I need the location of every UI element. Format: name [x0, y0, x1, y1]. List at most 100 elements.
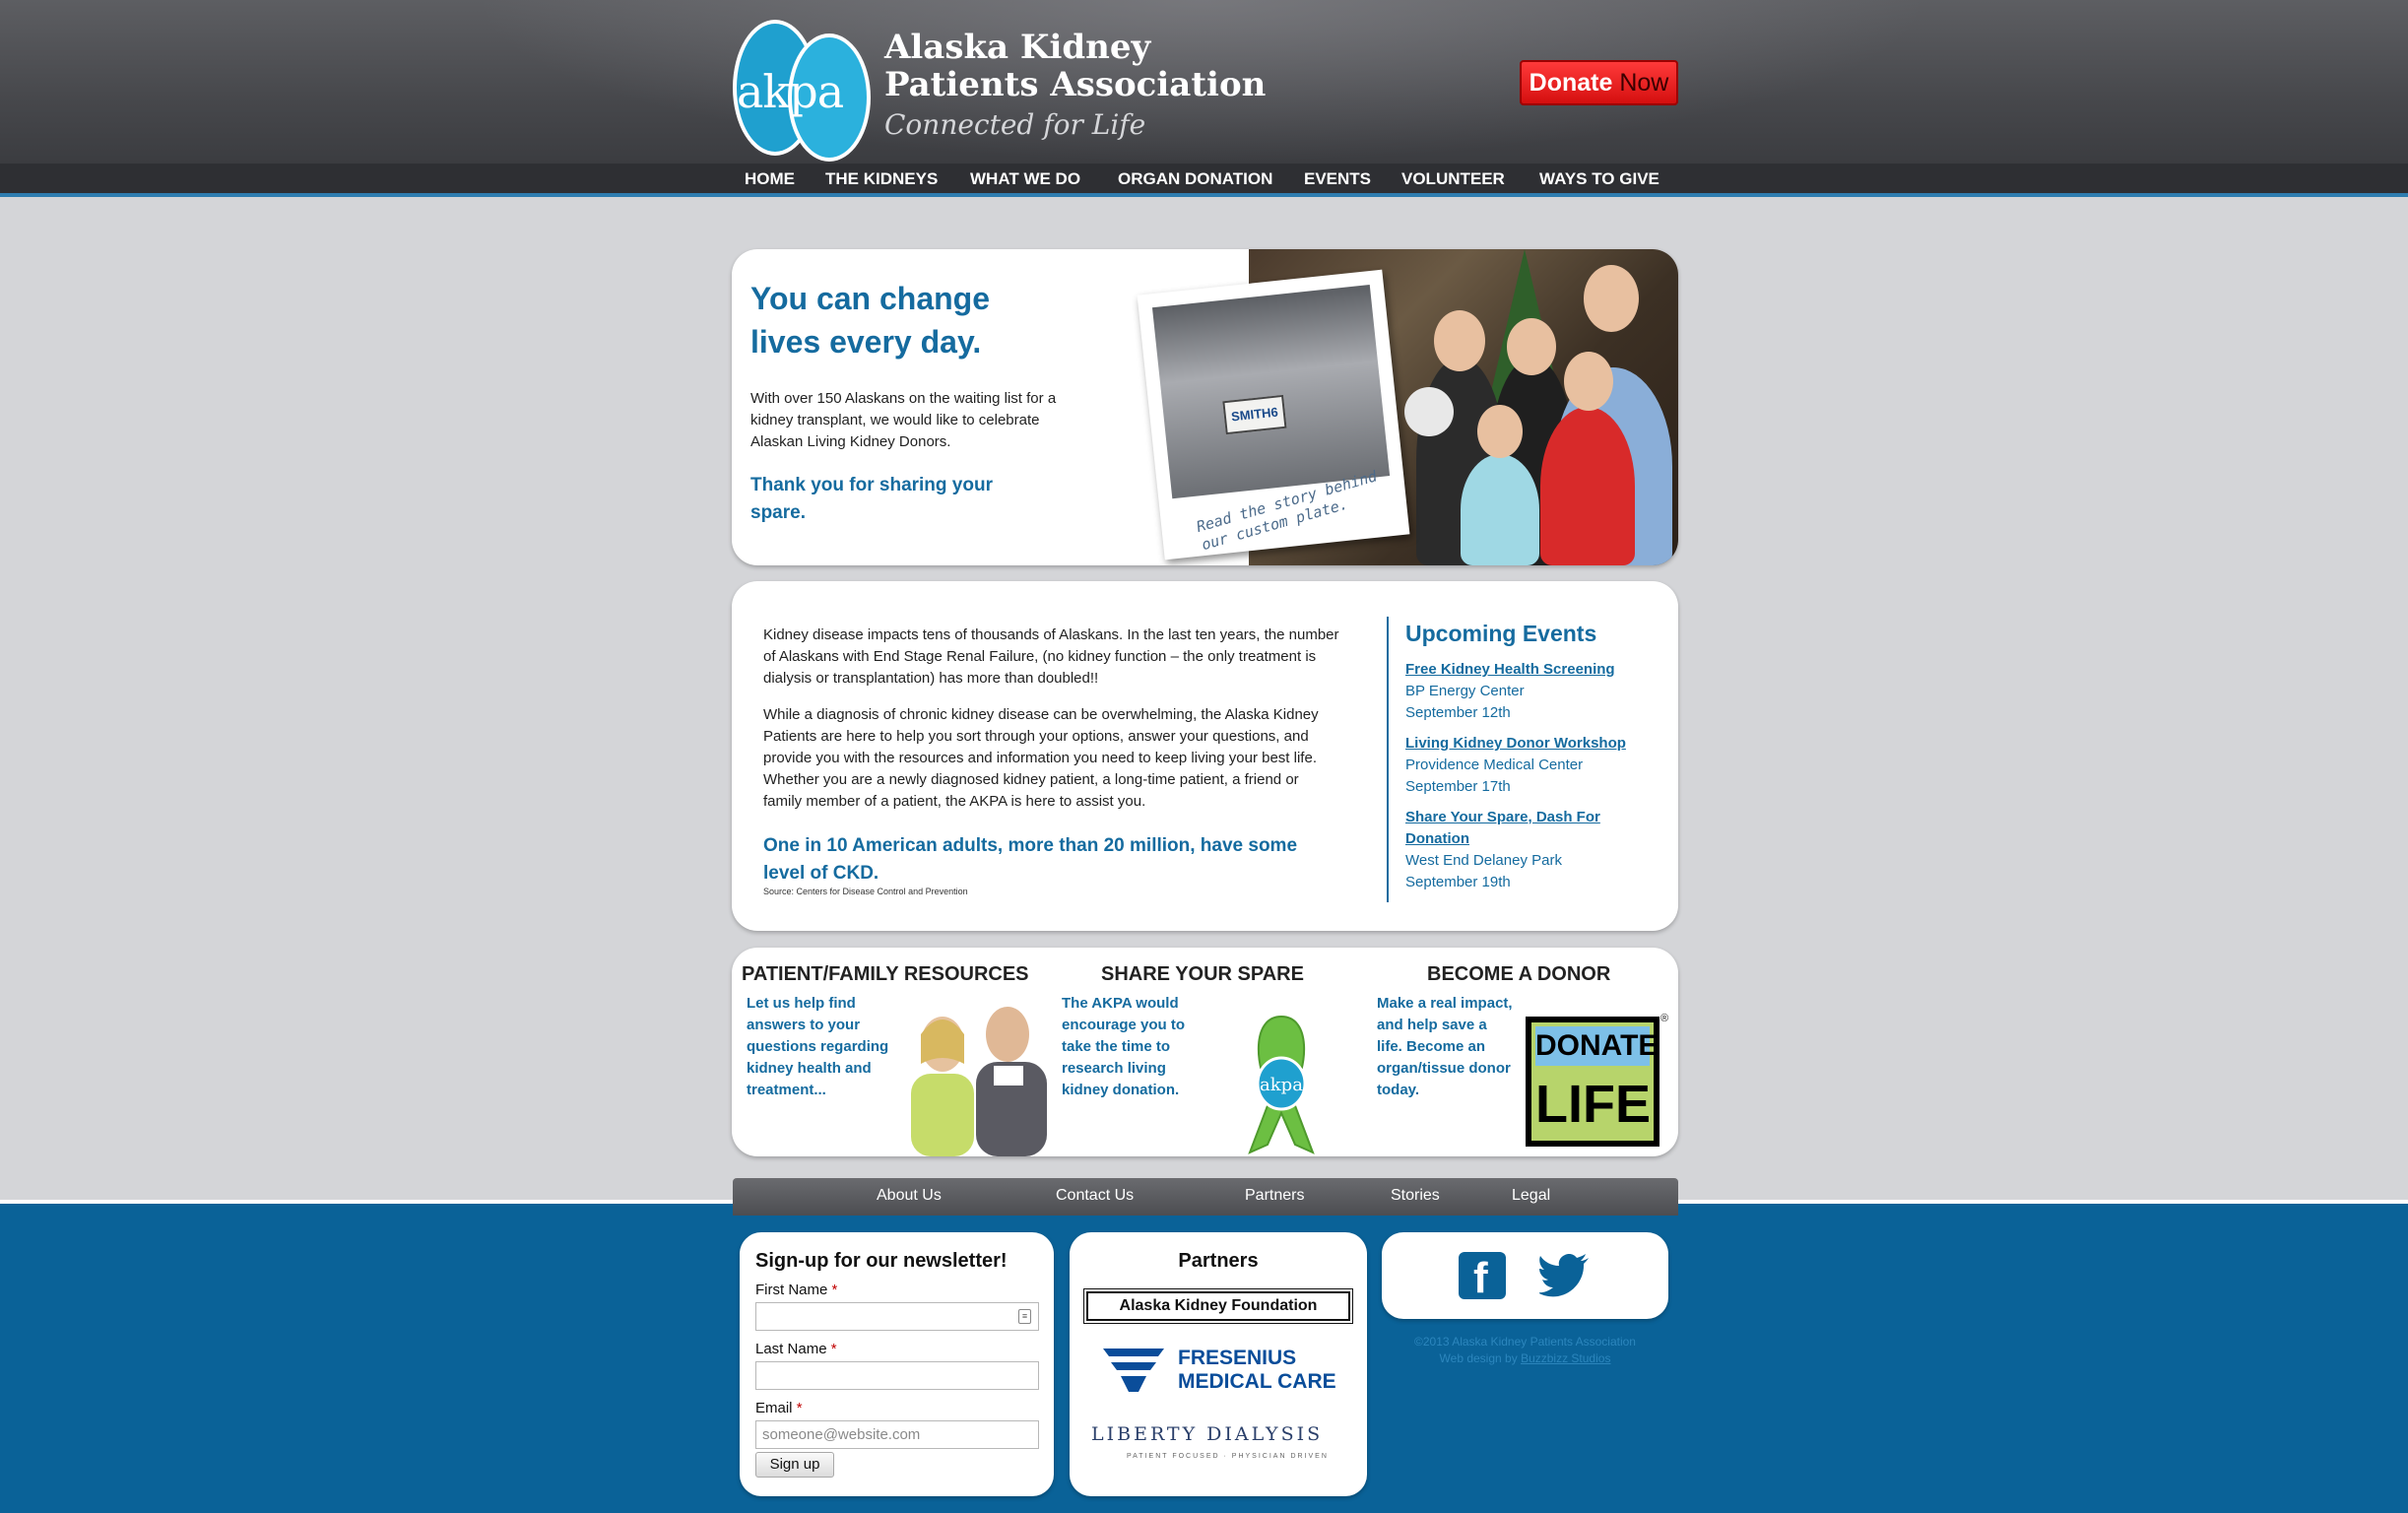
donate-life-word2: LIFE [1535, 1075, 1651, 1134]
person-head [1434, 310, 1485, 371]
footer-nav: About Us Contact Us Partners Stories Leg… [733, 1178, 1678, 1216]
event-item: Free Kidney Health Screening BP Energy C… [1405, 659, 1662, 724]
nav-organ-donation[interactable]: ORGAN DONATION [1118, 169, 1272, 189]
license-plate: SMITH6 [1222, 394, 1287, 435]
nav-volunteer[interactable]: VOLUNTEER [1401, 169, 1505, 189]
required-mark: * [796, 1400, 803, 1416]
ribbon-label: akpa [1260, 1075, 1303, 1095]
patient-family-photo[interactable] [891, 995, 1059, 1156]
copyright: ©2013 Alaska Kidney Patients Association… [1382, 1334, 1668, 1367]
donate-life-inner: DONATE LIFE [1531, 1022, 1654, 1141]
event-location: BP Energy Center [1405, 683, 1525, 699]
nav-what-we-do[interactable]: WHAT WE DO [970, 169, 1080, 189]
ribbon-icon[interactable]: akpa [1232, 997, 1331, 1154]
org-name-line1: Alaska Kidney [884, 28, 1151, 67]
event-location: West End Delaney Park [1405, 852, 1562, 869]
liberty-name: LIBERTY DIALYSIS [1091, 1423, 1324, 1445]
donate-now-button[interactable]: Donate Now [1520, 60, 1678, 105]
required-mark: * [830, 1341, 837, 1357]
fresenius-logo-icon [1103, 1349, 1164, 1392]
person-head [1584, 265, 1639, 332]
autofill-icon[interactable]: ≡ [1018, 1309, 1031, 1324]
main-nav: HOME THE KIDNEYS WHAT WE DO ORGAN DONATI… [733, 164, 1678, 193]
credit-line: Web design by Buzzbizz Studios [1439, 1351, 1611, 1365]
person-head [1477, 405, 1523, 458]
donate-now-label: Now [1619, 69, 1669, 97]
nav-the-kidneys[interactable]: THE KIDNEYS [825, 169, 938, 189]
features-panel: PATIENT/FAMILY RESOURCES Let us help fin… [732, 948, 1678, 1156]
donate-label: Donate [1529, 69, 1613, 97]
info-panel: Kidney disease impacts tens of thousands… [732, 581, 1678, 931]
share-spare-text[interactable]: The AKPA would encourage you to take the… [1062, 993, 1209, 1101]
site-logo[interactable]: akpa Alaska Kidney Patients Association … [733, 18, 1267, 162]
car-photo [1151, 285, 1391, 499]
person-head [1507, 318, 1556, 375]
info-paragraph-1: Kidney disease impacts tens of thousands… [763, 626, 1339, 687]
partner-alaska-kidney-foundation[interactable]: Alaska Kidney Foundation [1083, 1288, 1353, 1324]
donate-life-logo[interactable]: DONATE LIFE [1526, 1017, 1660, 1147]
email-label: Email * [755, 1400, 803, 1416]
liberty-tagline: PATIENT FOCUSED · PHYSICIAN DRIVEN [1127, 1453, 1329, 1460]
partner-fresenius[interactable]: FRESENIUS MEDICAL CARE [1099, 1343, 1345, 1398]
copyright-line: ©2013 Alaska Kidney Patients Association [1414, 1335, 1636, 1349]
last-name-field[interactable] [755, 1361, 1039, 1390]
social-links: f [1382, 1232, 1668, 1319]
footer-link-about[interactable]: About Us [877, 1187, 942, 1205]
email-field[interactable] [755, 1420, 1039, 1449]
upcoming-events: Upcoming Events Free Kidney Health Scree… [1387, 617, 1662, 902]
dog [1404, 387, 1454, 436]
hero-panel: You can change lives every day. With ove… [732, 249, 1678, 565]
tagline: Connected for Life [884, 108, 1146, 141]
nav-home[interactable]: HOME [745, 169, 795, 189]
footer-link-stories[interactable]: Stories [1391, 1187, 1440, 1205]
sign-up-button[interactable]: Sign up [755, 1452, 834, 1478]
footer-link-partners[interactable]: Partners [1245, 1187, 1304, 1205]
resources-text[interactable]: Let us help find answers to your questio… [747, 993, 894, 1101]
nav-events[interactable]: EVENTS [1304, 169, 1371, 189]
newsletter-signup: Sign-up for our newsletter! First Name *… [740, 1232, 1054, 1496]
partners-box: Partners Alaska Kidney Foundation FRESEN… [1070, 1232, 1367, 1496]
logo-mark: akpa [737, 65, 844, 118]
nav-ways-to-give[interactable]: WAYS TO GIVE [1539, 169, 1660, 189]
share-spare-heading[interactable]: SHARE YOUR SPARE [1101, 963, 1304, 986]
twitter-icon[interactable] [1539, 1252, 1591, 1297]
hero-thanks: Thank you for sharing your spare. [750, 475, 993, 523]
required-mark: * [831, 1282, 838, 1298]
event-link[interactable]: Share Your Spare, Dash For Donation [1405, 807, 1662, 850]
registered-mark: ® [1660, 1013, 1669, 1024]
hero-body: With over 150 Alaskans on the waiting li… [750, 390, 1057, 450]
events-title: Upcoming Events [1405, 621, 1597, 646]
first-name-label: First Name * [755, 1282, 838, 1298]
person-girl-blue [1461, 454, 1539, 565]
event-date: September 19th [1405, 874, 1511, 890]
donate-life-word1: DONATE [1535, 1026, 1654, 1066]
partner-liberty-dialysis[interactable]: LIBERTY DIALYSIS PATIENT FOCUSED · PHYSI… [1091, 1415, 1349, 1471]
org-name-line2: Patients Association [884, 65, 1267, 104]
stat-source: Source: Centers for Disease Control and … [763, 887, 968, 896]
info-paragraph-2: While a diagnosis of chronic kidney dise… [763, 706, 1319, 810]
person-head [1564, 352, 1613, 411]
fresenius-name: FRESENIUS MEDICAL CARE [1178, 1347, 1336, 1393]
event-item: Share Your Spare, Dash For Donation West… [1405, 807, 1662, 893]
designer-link[interactable]: Buzzbizz Studios [1521, 1351, 1610, 1365]
license-plate-polaroid[interactable]: SMITH6 Read the story behind our custom … [1137, 269, 1410, 560]
last-name-label: Last Name * [755, 1341, 837, 1357]
first-name-field[interactable] [755, 1302, 1039, 1331]
partners-title: Partners [1178, 1250, 1259, 1272]
footer-link-legal[interactable]: Legal [1512, 1187, 1550, 1205]
event-item: Living Kidney Donor Workshop Providence … [1405, 733, 1662, 798]
hero-headline: You can change lives every day. [750, 281, 991, 360]
event-location: Providence Medical Center [1405, 756, 1584, 773]
person-girl-red [1540, 407, 1635, 565]
become-donor-text[interactable]: Make a real impact, and help save a life… [1377, 993, 1515, 1101]
footer-link-contact[interactable]: Contact Us [1056, 1187, 1134, 1205]
newsletter-title: Sign-up for our newsletter! [755, 1250, 1008, 1272]
nav-divider [0, 193, 2408, 197]
event-link[interactable]: Living Kidney Donor Workshop [1405, 733, 1662, 755]
event-link[interactable]: Free Kidney Health Screening [1405, 659, 1662, 681]
ckd-statistic: One in 10 American adults, more than 20 … [763, 835, 1298, 884]
resources-heading[interactable]: PATIENT/FAMILY RESOURCES [742, 963, 1029, 986]
become-donor-heading[interactable]: BECOME A DONOR [1427, 963, 1610, 986]
event-date: September 12th [1405, 704, 1511, 721]
facebook-icon[interactable]: f [1459, 1252, 1506, 1302]
